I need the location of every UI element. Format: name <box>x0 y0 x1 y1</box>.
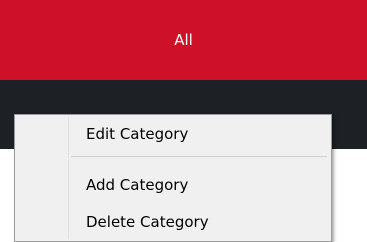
menu-item-label: Delete Category <box>86 213 209 231</box>
menu-separator <box>71 156 327 157</box>
menu-item-label: Add Category <box>86 176 189 194</box>
category-tab-all[interactable]: All <box>0 0 367 80</box>
menu-item-add-category[interactable]: Add Category <box>17 170 329 200</box>
menu-item-label: Edit Category <box>86 125 189 143</box>
context-menu: Edit Category Add Category Delete Catego… <box>14 114 332 242</box>
menu-item-delete-category[interactable]: Delete Category <box>17 207 329 237</box>
menu-item-edit-category[interactable]: Edit Category <box>17 119 329 149</box>
category-tab-label: All <box>174 31 193 49</box>
